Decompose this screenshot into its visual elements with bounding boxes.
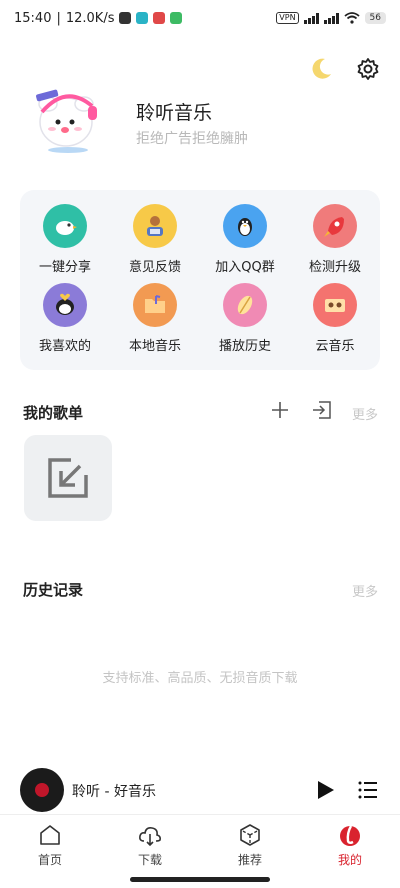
quick-action-label: 我喜欢的 (38, 339, 91, 354)
playlists-more-link[interactable]: 更多 (352, 404, 378, 423)
nav-label: 下载 (137, 853, 162, 867)
night-mode-moon-icon[interactable] (308, 56, 334, 82)
history-feather-icon (223, 283, 267, 327)
nav-home[interactable]: 首页 (0, 815, 100, 888)
history-empty-hint: 支持标准、高品质、无损音质下载 (102, 671, 298, 686)
history-title: 历史记录 (23, 581, 84, 599)
profile-header: 聆听音乐 拒绝广告拒绝臃肿 (28, 82, 378, 172)
top-actions (308, 56, 380, 82)
folder-icon (133, 283, 177, 327)
quick-action-label: 云音乐 (315, 339, 355, 354)
signal-icon (303, 12, 319, 24)
status-right: VPN 56 (276, 12, 386, 24)
status-net-speed: 12.0K/s (65, 10, 115, 26)
wifi-icon (343, 12, 360, 24)
playlist-queue-icon[interactable] (358, 780, 378, 800)
nav-mine[interactable]: 我的 (300, 815, 400, 888)
status-bar: 15:40 | 12.0K/s VPN 56 (0, 0, 400, 36)
play-icon[interactable] (315, 780, 335, 800)
import-playlist-icon[interactable] (312, 400, 332, 420)
import-playlist-tile[interactable] (24, 435, 112, 521)
nav-label: 我的 (337, 853, 362, 867)
quick-action-label: 检测升级 (308, 260, 361, 275)
quick-action-cloud-music[interactable]: 云音乐 (290, 283, 380, 362)
app-name: 聆听音乐 (136, 102, 213, 124)
status-divider: | (56, 10, 61, 26)
cassette-icon (313, 283, 357, 327)
home-icon (40, 825, 60, 845)
qq-penguin-icon (223, 204, 267, 248)
heart-penguin-icon (43, 283, 87, 327)
download-cloud-icon (139, 827, 161, 847)
alert-notification-icon (153, 12, 166, 24)
quick-action-local-music[interactable]: 本地音乐 (110, 283, 200, 362)
quick-action-label: 播放历史 (218, 339, 271, 354)
album-disc-icon[interactable] (20, 768, 64, 812)
quick-action-share[interactable]: 一键分享 (20, 204, 110, 283)
quick-action-history[interactable]: 播放历史 (200, 283, 290, 362)
quick-actions-grid: 一键分享 意见反馈 加入QQ群 检测升级 我喜欢的 本地音乐 播放历史 云音乐 (20, 190, 380, 370)
share-bird-icon (43, 204, 87, 248)
app-notification-icon (136, 12, 149, 24)
settings-gear-icon[interactable] (356, 57, 380, 81)
nav-label: 推荐 (237, 853, 262, 867)
quick-action-upgrade[interactable]: 检测升级 (290, 204, 380, 283)
history-more-link[interactable]: 更多 (352, 581, 378, 600)
quick-action-join-qq[interactable]: 加入QQ群 (200, 204, 290, 283)
home-indicator (130, 877, 270, 882)
mascot-avatar[interactable] (28, 82, 110, 154)
quick-action-label: 一键分享 (38, 260, 91, 275)
import-arrow-icon (48, 458, 88, 498)
quick-action-label: 意见反馈 (128, 260, 181, 275)
battery-icon: 56 (364, 12, 386, 24)
now-playing-title[interactable]: 聆听 - 好音乐 (72, 781, 156, 801)
status-left: 15:40 | 12.0K/s (14, 10, 183, 26)
feedback-person-icon (133, 204, 177, 248)
quick-action-feedback[interactable]: 意见反馈 (110, 204, 200, 283)
nav-label: 首页 (37, 853, 62, 867)
app-slogan: 拒绝广告拒绝臃肿 (136, 131, 248, 147)
notification-icon (119, 12, 132, 24)
quick-action-label: 加入QQ群 (215, 260, 275, 275)
quick-action-label: 本地音乐 (128, 339, 181, 354)
vpn-icon: VPN (276, 12, 299, 24)
add-playlist-icon[interactable] (270, 400, 290, 420)
mini-player[interactable]: 聆听 - 好音乐 (0, 764, 400, 814)
message-notification-icon (170, 12, 183, 24)
status-time: 15:40 (14, 10, 52, 26)
rocket-icon (313, 204, 357, 248)
recommend-cube-icon (240, 824, 260, 846)
playlists-title: 我的歌单 (23, 404, 84, 422)
profile-logo-icon (340, 825, 360, 846)
quick-action-favorites[interactable]: 我喜欢的 (20, 283, 110, 362)
signal-icon-2 (323, 12, 339, 24)
